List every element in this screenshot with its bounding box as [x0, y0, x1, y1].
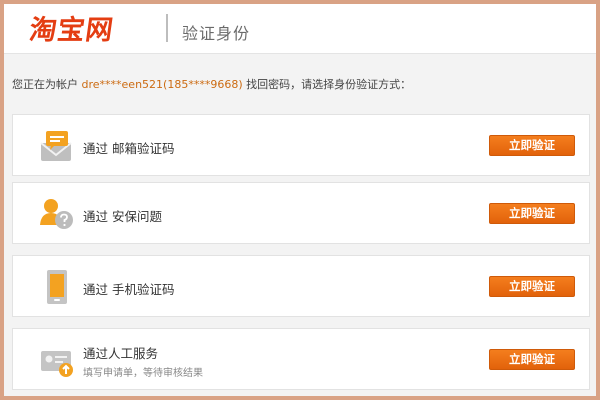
account-name: dre****een521(185****9668) — [81, 78, 243, 91]
option-label: 通过 安保问题 — [83, 209, 163, 224]
verify-now-button-phone[interactable]: 立即验证 — [489, 276, 575, 297]
option-label: 通过人工服务 — [83, 346, 159, 361]
taobao-logo[interactable]: 淘宝网 — [27, 8, 116, 47]
manual-service-icon — [41, 351, 73, 377]
option-label: 通过 手机验证码 — [83, 282, 175, 297]
page-header: 淘宝网 验证身份 — [4, 4, 596, 54]
prompt-text-after: 找回密码，请选择身份验证方式： — [242, 78, 412, 91]
option-email-verification: 通过 邮箱验证码 立即验证 — [12, 114, 590, 176]
recovery-prompt: 您正在为帐户 dre****een521(185****9668) 找回密码，请… — [12, 76, 411, 92]
phone-icon — [47, 270, 67, 304]
prompt-text-before: 您正在为帐户 — [12, 78, 82, 91]
option-manual-service: 通过人工服务 填写申请单，等待审核结果 立即验证 — [12, 328, 590, 390]
verify-now-button-security-question[interactable]: 立即验证 — [489, 203, 575, 224]
email-icon — [40, 131, 72, 161]
header-divider — [166, 14, 168, 42]
verify-now-button-manual-service[interactable]: 立即验证 — [489, 349, 575, 370]
page-title: 验证身份 — [182, 24, 251, 43]
option-phone-verification: 通过 手机验证码 立即验证 — [12, 255, 590, 317]
verify-now-button-email[interactable]: 立即验证 — [489, 135, 575, 156]
option-label: 通过 邮箱验证码 — [83, 141, 175, 156]
option-security-question: 通过 安保问题 立即验证 — [12, 182, 590, 244]
page-frame: 淘宝网 验证身份 您正在为帐户 dre****een521(185****966… — [4, 4, 596, 396]
option-description: 填写申请单，等待审核结果 — [83, 368, 203, 379]
security-question-icon — [40, 199, 73, 229]
